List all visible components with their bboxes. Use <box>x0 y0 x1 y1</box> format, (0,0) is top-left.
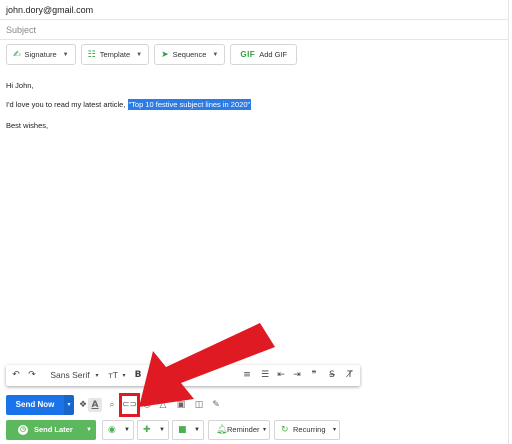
image-icon[interactable]: ▣ <box>174 398 188 412</box>
sequence-button[interactable]: ➤ Sequence ▼ <box>154 44 226 65</box>
body-line: I'd love you to read my latest article, … <box>6 99 252 110</box>
puzzle-icon: ✚ <box>143 425 151 435</box>
recurring-button[interactable]: ↻ Recurring ▾ <box>274 420 340 440</box>
chevron-down-icon: ▼ <box>136 51 143 58</box>
to-field[interactable]: john.dory@gmail.com <box>0 0 509 20</box>
chevron-down-icon: ▾ <box>122 372 126 379</box>
gif-icon: GIF <box>240 50 256 59</box>
chevron-down-icon: ▼ <box>124 427 130 433</box>
quote-icon[interactable]: ❞ <box>307 365 321 386</box>
chevron-down-icon: ▼ <box>62 51 69 58</box>
signature-icon: ✍ <box>13 49 21 60</box>
add-gif-button[interactable]: GIF Add GIF <box>230 44 298 65</box>
send-later-button[interactable]: ◷ Send Later ▼ <box>6 420 96 440</box>
body-signoff: Best wishes, <box>6 121 49 130</box>
eye-icon: ◉ <box>108 425 116 435</box>
add-gif-label: Add GIF <box>259 50 288 59</box>
body-greeting: Hi John, <box>6 81 34 90</box>
recurring-label: Recurring <box>293 425 326 434</box>
format-toolbar: ↶ ↷ Sans Serif ▾ тT ▾ B I ≡ ☰ ⇤ ⇥ ❞ S̶ T… <box>6 365 360 386</box>
pen-icon[interactable]: ✎ <box>209 398 223 412</box>
chevron-down-icon: ▾ <box>95 372 99 379</box>
bell-icon: 🔔︎ <box>216 425 228 435</box>
chevron-down-icon: ▼ <box>194 427 200 433</box>
sequence-label: Sequence <box>172 50 207 59</box>
chevron-down-icon: ▾ <box>263 427 267 433</box>
signature-label: Signature <box>24 50 57 59</box>
compose-toolbar: ✍ Signature ▼ ☷ Template ▼ ➤ Sequence ▼ … <box>6 44 298 65</box>
numbered-list-icon[interactable]: ≡ <box>240 365 254 386</box>
send-icon: ➤ <box>161 49 169 60</box>
addon-button[interactable]: ✚ ▼ <box>137 420 169 440</box>
indent-less-icon[interactable]: ⇤ <box>274 365 288 386</box>
subject-field[interactable]: Subject <box>0 20 509 40</box>
clear-format-icon[interactable]: T̸ <box>343 365 357 386</box>
chevron-down-icon: ▼ <box>86 427 92 433</box>
attach-icon[interactable]: ⌕ <box>105 398 119 412</box>
bold-icon[interactable]: B <box>132 365 144 386</box>
signature-button[interactable]: ✍ Signature ▼ <box>6 44 76 65</box>
recurring-icon: ↻ <box>281 425 289 435</box>
photo-lock-icon[interactable]: ◫ <box>192 398 206 412</box>
bulleted-list-icon[interactable]: ☰ <box>258 365 272 386</box>
note-button[interactable]: ■ ▼ <box>172 420 204 440</box>
body-line-text: I'd love you to read my latest article, <box>6 100 128 109</box>
font-select[interactable]: Sans Serif <box>47 365 93 386</box>
emoji-icon[interactable]: ☺ <box>140 398 154 412</box>
template-button[interactable]: ☷ Template ▼ <box>80 44 150 65</box>
strikethrough-icon[interactable]: S̶ <box>325 365 339 386</box>
tracking-button[interactable]: ◉ ▼ <box>102 420 134 440</box>
note-icon: ■ <box>178 425 187 435</box>
template-label: Template <box>99 50 131 59</box>
chevron-down-icon: ▼ <box>212 51 219 58</box>
chevron-down-icon: ▾ <box>333 427 337 433</box>
italic-icon[interactable]: I <box>148 365 160 386</box>
compose-window: john.dory@gmail.com Subject ✍ Signature … <box>0 0 509 444</box>
selected-text[interactable]: "Top 10 festive subject lines in 2020" <box>127 99 252 110</box>
link-icon-highlight-box <box>119 393 140 417</box>
undo-icon[interactable]: ↶ <box>10 365 22 386</box>
font-size-icon[interactable]: тT <box>106 365 120 386</box>
clock-icon: ◷ <box>18 425 28 435</box>
redo-icon[interactable]: ↷ <box>26 365 38 386</box>
indent-more-icon[interactable]: ⇥ <box>290 365 304 386</box>
drive-icon[interactable]: △ <box>156 398 170 412</box>
send-options-button[interactable]: ▾ <box>64 395 74 415</box>
send-later-label: Send Later <box>34 425 73 434</box>
chevron-down-icon: ▼ <box>159 427 165 433</box>
text-format-icon[interactable]: A <box>88 398 102 412</box>
reminder-button[interactable]: 🔔︎ Reminder ▾ <box>208 420 270 440</box>
send-now-button[interactable]: Send Now <box>6 395 64 415</box>
reminder-label: Reminder <box>227 425 260 434</box>
template-icon: ☷ <box>87 49 96 60</box>
